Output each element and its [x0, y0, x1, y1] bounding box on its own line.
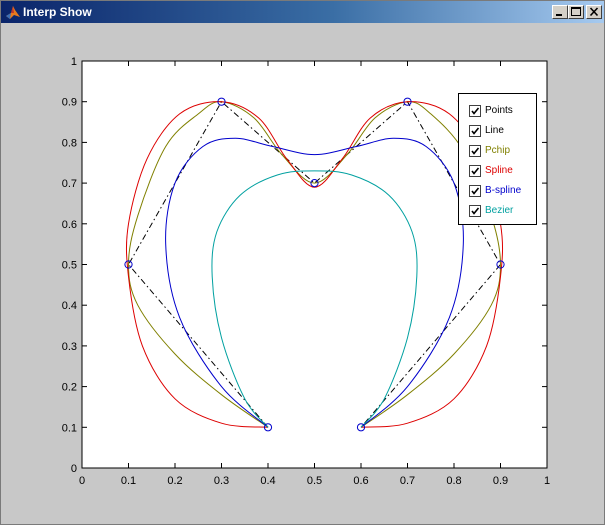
x-tick-label: 0.7 — [400, 475, 415, 487]
x-tick-label: 1 — [544, 475, 550, 487]
legend-item-points[interactable]: Points — [469, 104, 537, 118]
x-tick-label: 0.1 — [121, 475, 136, 487]
x-tick-label: 0.6 — [353, 475, 368, 487]
legend-label: Points — [485, 105, 513, 116]
close-icon — [589, 7, 599, 17]
y-tick-label: 0.6 — [62, 219, 77, 231]
y-tick-label: 0 — [71, 463, 77, 475]
y-tick-label: 0.2 — [62, 382, 77, 394]
legend-label: B-spline — [485, 185, 522, 196]
figure-area: 0 0.1 0.2 0.3 0.4 0.5 0.6 0.7 0.8 0.9 1 0 0.1 0.2 0.3 0… — [1, 23, 604, 524]
legend-label: Line — [485, 125, 504, 136]
matlab-logo-icon — [6, 6, 20, 19]
app-window: Interp Show 0 0.1 0.2 0.3 0.4 0.5 0.6 0.7 0.8 0.9… — [0, 0, 605, 525]
minimize-icon — [556, 14, 562, 16]
title-bar[interactable]: Interp Show — [1, 1, 604, 23]
legend-item-bezier[interactable]: Bezier — [469, 204, 537, 218]
legend-item-b-spline[interactable]: B-spline — [469, 184, 537, 198]
checkbox[interactable] — [469, 125, 481, 137]
maximize-icon — [571, 7, 581, 16]
legend-item-spline[interactable]: Spline — [469, 164, 537, 178]
checkmark-icon — [471, 127, 480, 135]
window-title: Interp Show — [23, 5, 92, 19]
checkbox[interactable] — [469, 105, 481, 117]
x-tick-label: 0.9 — [493, 475, 508, 487]
checkbox[interactable] — [469, 165, 481, 177]
close-button[interactable] — [586, 5, 602, 19]
x-tick-label: 0.3 — [214, 475, 229, 487]
checkbox[interactable] — [469, 205, 481, 217]
checkmark-icon — [471, 187, 480, 195]
legend: Points Line Pchip Spline B-spline Bezier — [458, 93, 537, 225]
x-tick-label: 0.2 — [167, 475, 182, 487]
checkmark-icon — [471, 107, 480, 115]
maximize-button[interactable] — [568, 5, 584, 19]
x-tick-label: 0.5 — [307, 475, 322, 487]
checkmark-icon — [471, 147, 480, 155]
legend-label: Spline — [485, 165, 513, 176]
checkbox[interactable] — [469, 185, 481, 197]
legend-item-line[interactable]: Line — [469, 124, 537, 138]
legend-label: Bezier — [485, 205, 514, 216]
x-tick-label: 0.4 — [260, 475, 275, 487]
y-tick-label: 0.7 — [62, 178, 77, 190]
y-tick-label: 0.3 — [62, 341, 77, 353]
checkmark-icon — [471, 207, 480, 215]
y-tick-label: 1 — [71, 56, 77, 68]
y-tick-label: 0.1 — [62, 422, 77, 434]
x-tick-label: 0.8 — [446, 475, 461, 487]
y-tick-label: 0.4 — [62, 300, 77, 312]
legend-label: Pchip — [485, 145, 511, 156]
x-tick-label: 0 — [79, 475, 85, 487]
y-tick-label: 0.8 — [62, 137, 77, 149]
legend-item-pchip[interactable]: Pchip — [469, 144, 537, 158]
y-tick-label: 0.9 — [62, 97, 77, 109]
minimize-button[interactable] — [552, 5, 568, 19]
checkbox[interactable] — [469, 145, 481, 157]
y-tick-label: 0.5 — [62, 260, 77, 272]
checkmark-icon — [471, 167, 480, 175]
